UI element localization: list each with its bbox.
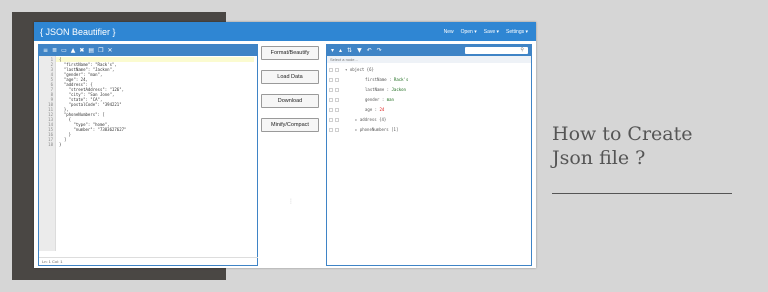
tree-field: firstName : Rack's <box>365 76 408 84</box>
code-editor: ≡ ≣ ▭ ▲ ✖ ▤ ❐ ✕ 1 2 3 4 5 6 7 8 9 10 11 12 13 14 15 16 1… <box>38 44 258 266</box>
context-menu-icon[interactable] <box>335 78 339 82</box>
field-key[interactable]: firstName <box>365 77 387 82</box>
save-menu[interactable]: Save ▾ <box>484 29 499 35</box>
settings-menu[interactable]: Settings ▾ <box>506 29 528 35</box>
tree-node-label[interactable]: ▸ phoneNumbers [1] <box>355 126 398 134</box>
context-menu-icon[interactable] <box>335 68 339 72</box>
tree-row[interactable]: ▸ phoneNumbers [1] <box>327 126 531 134</box>
side-divider <box>552 193 732 194</box>
app-window: { JSON Beautifier } New Open ▾ Save ▾ Se… <box>34 22 536 268</box>
tree-field: gender : man <box>365 96 394 104</box>
compact-icon[interactable]: ≣ <box>52 47 57 54</box>
side-title-line-1: How to Create <box>552 123 693 145</box>
field-separator: : <box>384 87 392 92</box>
field-key[interactable]: gender <box>365 97 379 102</box>
collapse-all-icon[interactable]: ▴ <box>339 47 342 54</box>
node-breadcrumb: Select a node... <box>327 56 531 63</box>
side-title-line-2: Json file ? <box>552 147 646 169</box>
tree-search-input[interactable]: ⚲ <box>465 47 528 54</box>
app-title: { JSON Beautifier } <box>40 26 116 37</box>
close-icon[interactable]: ✖ <box>79 47 84 54</box>
tree-field: lastName : Jackon <box>365 86 406 94</box>
tree-view: ▾ ▴ ⇅ ▼ ↶ ↷ ⚲ Select a node... ▾ object … <box>326 44 532 266</box>
field-separator: : <box>386 77 394 82</box>
editor-toolbar: ≡ ≣ ▭ ▲ ✖ ▤ ❐ ✕ <box>39 45 257 56</box>
field-value[interactable]: man <box>387 97 394 102</box>
context-menu-icon[interactable] <box>335 98 339 102</box>
expand-icon[interactable]: ✕ <box>107 47 112 54</box>
format-icon[interactable]: ≡ <box>43 47 48 54</box>
search-icon: ⚲ <box>520 47 524 53</box>
tree-row[interactable]: gender : man <box>327 96 531 104</box>
splitter-handle-icon[interactable]: ⋮ <box>288 198 294 205</box>
tree-row[interactable]: ▸ address {4} <box>327 116 531 124</box>
tree-row[interactable]: lastName : Jackon <box>327 86 531 94</box>
filter-icon[interactable]: ▼ <box>357 47 362 54</box>
redo-icon[interactable]: ↷ <box>377 47 382 54</box>
folder-icon[interactable]: ▭ <box>61 47 67 54</box>
field-value[interactable]: Jackon <box>392 87 406 92</box>
undo-icon[interactable]: ↶ <box>367 47 372 54</box>
tree-field: age : 24 <box>365 106 384 114</box>
drag-handle-icon[interactable] <box>329 108 333 112</box>
editor-text-area[interactable]: 1 2 3 4 5 6 7 8 9 10 11 12 13 14 15 16 17 18 { "firstName… <box>39 56 255 251</box>
tree-node-label[interactable]: ▾ object {6} <box>345 66 374 74</box>
field-value[interactable]: 24 <box>379 107 384 112</box>
minify-compact-button[interactable]: Minify/Compact <box>261 118 319 132</box>
open-menu[interactable]: Open ▾ <box>461 29 477 35</box>
drag-handle-icon[interactable] <box>329 78 333 82</box>
field-key[interactable]: lastName <box>365 87 384 92</box>
app-header: { JSON Beautifier } New Open ▾ Save ▾ Se… <box>34 22 536 41</box>
print-icon[interactable]: ▤ <box>88 47 94 54</box>
format-beautify-button[interactable]: Format/Beautify <box>261 46 319 60</box>
drag-handle-icon[interactable] <box>329 98 333 102</box>
drag-handle-icon[interactable] <box>329 118 333 122</box>
context-menu-icon[interactable] <box>335 128 339 132</box>
context-menu-icon[interactable] <box>335 118 339 122</box>
new-menu[interactable]: New <box>444 29 454 35</box>
load-data-button[interactable]: Load Data <box>261 70 319 84</box>
line-number: 18 <box>48 142 53 147</box>
context-menu-icon[interactable] <box>335 88 339 92</box>
drag-handle-icon[interactable] <box>329 68 333 72</box>
editor-status-bar: Ln: 1 Col: 1 <box>39 257 258 265</box>
field-separator: : <box>379 97 387 102</box>
tree-node-label[interactable]: ▸ address {4} <box>355 116 386 124</box>
expand-all-icon[interactable]: ▾ <box>331 47 334 54</box>
drag-handle-icon[interactable] <box>329 128 333 132</box>
header-nav: New Open ▾ Save ▾ Settings ▾ <box>444 29 536 35</box>
context-menu-icon[interactable] <box>335 108 339 112</box>
code-line: } <box>59 142 62 147</box>
field-value[interactable]: Rack's <box>394 77 408 82</box>
download-button[interactable]: Download <box>261 94 319 108</box>
upload-icon[interactable]: ▲ <box>71 47 76 54</box>
tree-toolbar: ▾ ▴ ⇅ ▼ ↶ ↷ ⚲ <box>327 45 531 56</box>
tree-row[interactable]: ▾ object {6} <box>327 66 531 74</box>
tree-row[interactable]: age : 24 <box>327 106 531 114</box>
tree-row[interactable]: firstName : Rack's <box>327 76 531 84</box>
copy-icon[interactable]: ❐ <box>98 47 103 54</box>
side-title: How to Create Json file ? <box>552 122 693 170</box>
sort-icon[interactable]: ⇅ <box>347 47 352 54</box>
drag-handle-icon[interactable] <box>329 88 333 92</box>
line-number-gutter: 1 2 3 4 5 6 7 8 9 10 11 12 13 14 15 16 17 18 <box>39 56 56 251</box>
